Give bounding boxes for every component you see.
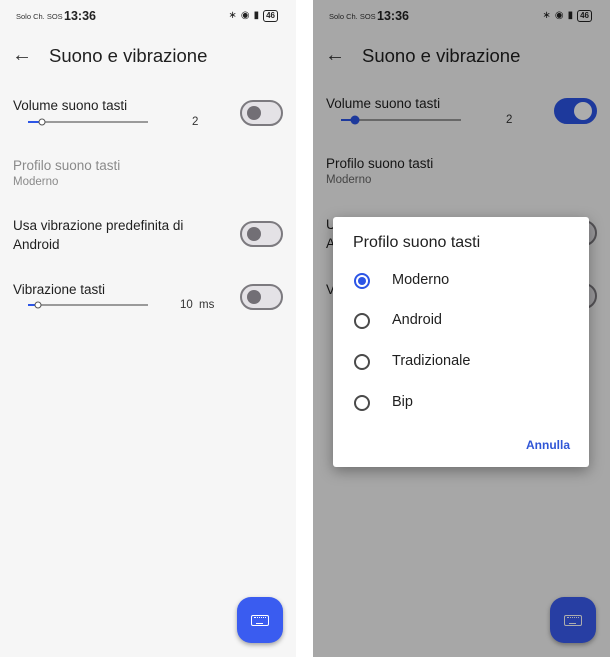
setting-profile-title: Profilo suono tasti [13, 158, 121, 173]
volume-value: 2 [192, 116, 199, 128]
radio-button[interactable] [354, 395, 370, 411]
key-vibration-slider[interactable] [28, 301, 148, 309]
key-vibration-toggle-knob [247, 290, 261, 304]
key-vibration-toggle[interactable] [240, 284, 283, 310]
settings-screen-with-dialog: Solo Ch. SOS 13:36 ∗ ◉ ▮ 46 ← Suono e vi… [313, 0, 610, 657]
battery-icon: 46 [263, 10, 278, 22]
cancel-button[interactable]: Annulla [526, 438, 570, 452]
volume-toggle[interactable] [240, 100, 283, 126]
volume-toggle-knob [247, 106, 261, 120]
status-carrier: Solo Ch. SOS [16, 12, 63, 21]
option-moderno[interactable]: Moderno [353, 267, 573, 295]
radio-button[interactable] [354, 273, 370, 289]
option-bip[interactable]: Bip [353, 389, 573, 417]
option-android[interactable]: Android [353, 307, 573, 335]
setting-profile-value: Moderno [13, 176, 59, 188]
key-vibration-value: 10 [180, 299, 193, 311]
profile-dialog: Profilo suono tasti Moderno Android Trad… [333, 217, 589, 467]
back-arrow-icon[interactable]: ← [12, 44, 32, 67]
status-time: 13:36 [64, 9, 96, 23]
option-tradizionale[interactable]: Tradizionale [353, 348, 573, 376]
key-vibration-unit: ms [199, 299, 215, 311]
keyboard-icon [251, 615, 269, 626]
android-vibration-toggle-knob [247, 227, 261, 241]
page-title: Suono e vibrazione [49, 45, 208, 66]
android-vibration-toggle[interactable] [240, 221, 283, 247]
setting-key-vibration-title: Vibrazione tasti [13, 282, 106, 297]
dialog-title: Profilo suono tasti [353, 234, 481, 251]
option-label: Moderno [392, 272, 450, 288]
vibrate-icon: ▮ [253, 10, 260, 21]
volume-slider-thumb[interactable] [38, 118, 46, 126]
option-label: Bip [392, 394, 413, 410]
setting-volume-title: Volume suono tasti [13, 98, 128, 113]
option-label: Android [392, 312, 442, 328]
volume-slider[interactable] [28, 118, 148, 126]
settings-screen: Solo Ch. SOS 13:36 ∗ ◉ ▮ 46 ← Suono e vi… [0, 0, 296, 657]
bluetooth-icon: ∗ [228, 10, 237, 21]
option-label: Tradizionale [392, 353, 471, 369]
radio-button[interactable] [354, 313, 370, 329]
setting-android-vibration-title: Usa vibrazione predefinita di Android [13, 218, 184, 252]
status-bar: Solo Ch. SOS 13:36 ∗ ◉ ▮ 46 [0, 0, 296, 34]
app-bar: ← Suono e vibrazione [0, 34, 296, 80]
radio-button[interactable] [354, 354, 370, 370]
key-vibration-slider-thumb[interactable] [34, 301, 42, 309]
status-icons: ∗ ◉ ▮ 46 [228, 10, 278, 22]
keyboard-fab-button[interactable] [237, 597, 283, 643]
wifi-icon: ◉ [240, 10, 250, 21]
